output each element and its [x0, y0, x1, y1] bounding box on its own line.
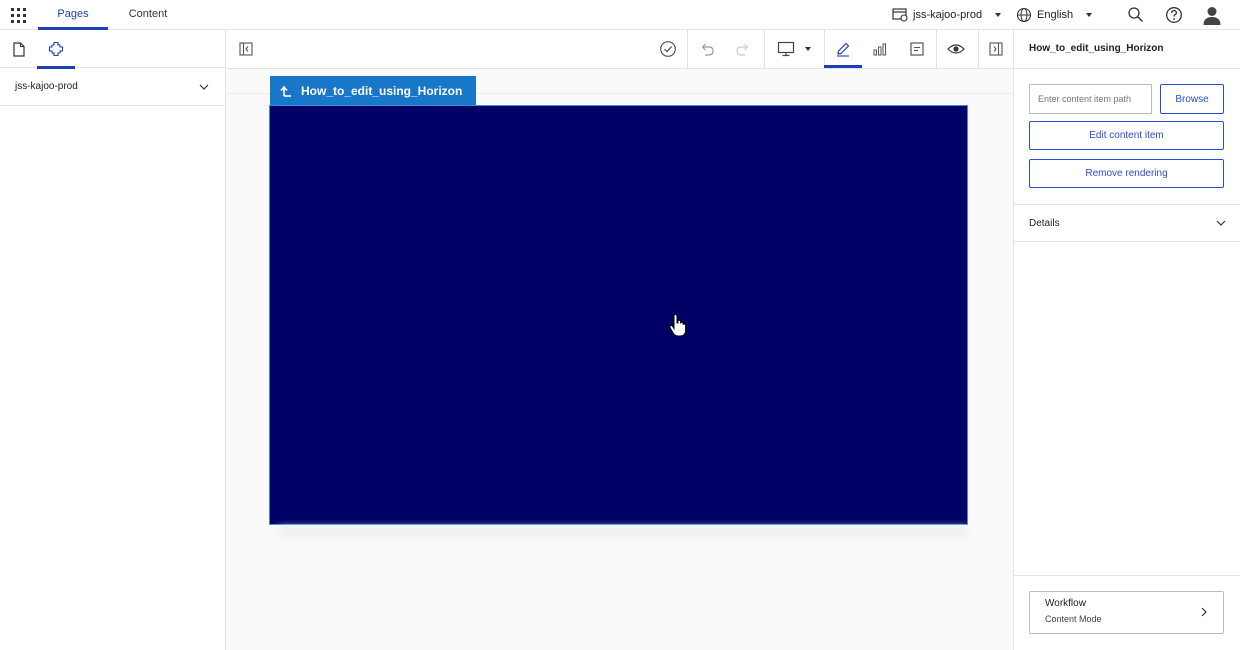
content-path-input[interactable]: [1029, 84, 1152, 114]
selected-rendering[interactable]: [269, 105, 968, 525]
left-panel-tabs: [0, 30, 225, 69]
page-details-icon[interactable]: [902, 30, 932, 68]
edit-pencil-icon[interactable]: [824, 30, 862, 68]
chevron-down-icon: [995, 13, 1002, 17]
chevron-right-icon: [1201, 607, 1207, 617]
site-tree-root[interactable]: jss-kajoo-prod: [0, 68, 225, 106]
language-selector[interactable]: English: [1016, 0, 1093, 30]
tab-page-tree[interactable]: [0, 30, 38, 68]
workflow-title: Workflow: [1045, 598, 1086, 609]
redo-icon[interactable]: [729, 30, 757, 68]
details-accordion[interactable]: Details: [1014, 204, 1240, 242]
help-icon[interactable]: [1165, 6, 1183, 24]
site-selector[interactable]: jss-kajoo-prod: [892, 0, 1002, 30]
chevron-down-icon: [1216, 220, 1226, 226]
rendering-title: How_to_edit_using_Horizon: [1014, 30, 1240, 69]
language-selector-label: English: [1037, 9, 1074, 21]
user-avatar-icon[interactable]: [1202, 5, 1222, 25]
editor-toolbar: [227, 30, 1013, 69]
panel-divider: [1014, 575, 1240, 576]
edit-content-item-button[interactable]: Edit content item: [1029, 121, 1224, 150]
analytics-icon[interactable]: [865, 30, 895, 68]
page-icon: [13, 41, 25, 57]
collapse-right-panel-icon[interactable]: [981, 30, 1011, 68]
globe-icon: [1016, 7, 1032, 23]
browse-button[interactable]: Browse: [1160, 84, 1224, 114]
components-icon: [48, 41, 64, 57]
rendering-chip-label: How_to_edit_using_Horizon: [301, 83, 463, 98]
chevron-down-icon: [805, 47, 811, 51]
tab-pages[interactable]: Pages: [38, 0, 108, 30]
preview-eye-icon[interactable]: [941, 30, 971, 68]
page-canvas: How_to_edit_using_Horizon: [227, 69, 1013, 650]
remove-rendering-button[interactable]: Remove rendering: [1029, 159, 1224, 188]
select-parent-icon: [280, 85, 291, 97]
apps-grid-icon[interactable]: [11, 8, 27, 24]
details-label: Details: [1029, 217, 1060, 229]
publish-check-icon[interactable]: [653, 30, 683, 68]
rendering-chip[interactable]: How_to_edit_using_Horizon: [270, 76, 477, 105]
site-selector-label: jss-kajoo-prod: [913, 9, 983, 21]
workflow-button[interactable]: Workflow Content Mode: [1029, 591, 1224, 634]
chevron-down-icon: [199, 84, 209, 90]
left-panel: jss-kajoo-prod: [0, 30, 226, 650]
undo-icon[interactable]: [693, 30, 721, 68]
workflow-state: Content Mode: [1045, 614, 1102, 624]
top-bar: Pages Content jss-kajoo-prod English: [0, 0, 1240, 30]
tab-components[interactable]: [37, 30, 75, 69]
collapse-left-panel-icon[interactable]: [231, 30, 261, 68]
chevron-down-icon: [1086, 13, 1093, 17]
hand-cursor-icon: [669, 314, 687, 337]
site-icon: [892, 8, 908, 22]
device-selector[interactable]: [769, 30, 819, 68]
device-desktop-icon: [777, 41, 795, 57]
right-panel: How_to_edit_using_Horizon Browse Edit co…: [1013, 30, 1240, 650]
tab-content[interactable]: Content: [114, 0, 182, 29]
site-tree-root-label: jss-kajoo-prod: [15, 81, 78, 92]
rendering-shadow: [279, 527, 967, 537]
search-icon[interactable]: [1127, 6, 1145, 24]
